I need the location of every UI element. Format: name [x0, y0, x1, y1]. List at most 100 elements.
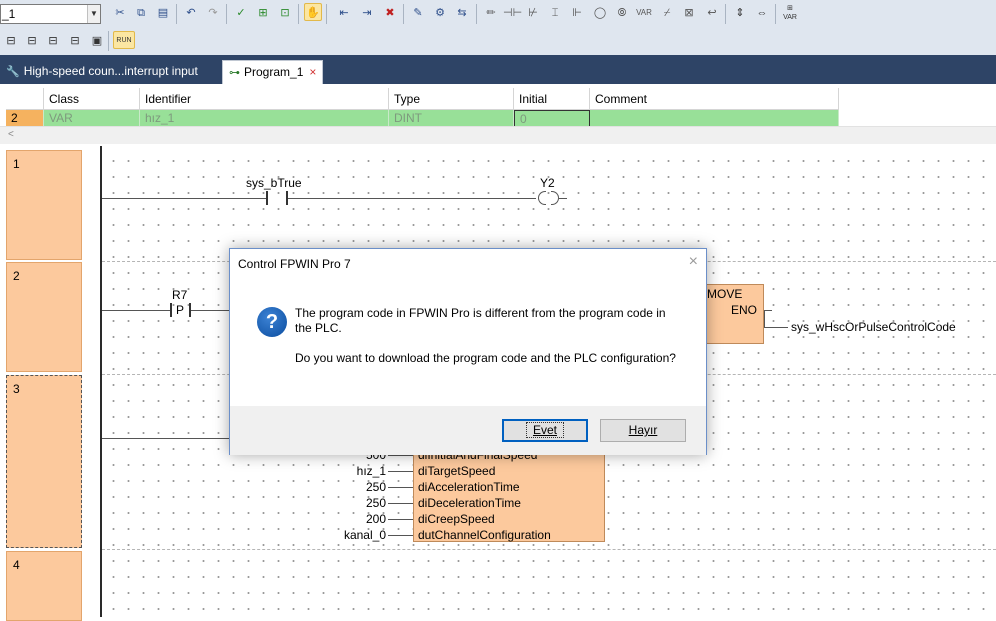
insert-icon[interactable]: ⇤	[335, 4, 353, 22]
column-header-comment[interactable]: Comment	[590, 88, 839, 110]
grid-horizontal-scrollbar[interactable]: <	[0, 126, 996, 144]
build-icon[interactable]: ⚙	[431, 4, 449, 22]
rung-wire	[102, 198, 266, 199]
tab-program-1[interactable]: ⊶ Program_1 ×	[222, 60, 324, 84]
network-header-2[interactable]: 2	[6, 262, 82, 372]
contact-variable-label[interactable]: R7	[172, 288, 187, 302]
contact-icon[interactable]: ⊣⊢	[503, 4, 522, 22]
rung-wire	[388, 503, 413, 504]
input-pin-name: diCreepSpeed	[418, 512, 495, 526]
input-value[interactable]: 250	[346, 480, 386, 494]
rung-wire	[388, 471, 413, 472]
cell-initial[interactable]: 0	[514, 110, 590, 127]
sfc-icon[interactable]: ⊟	[44, 32, 62, 50]
paste-icon[interactable]: ▤	[154, 4, 172, 22]
pen-icon[interactable]: ✏	[482, 4, 500, 22]
contact-type-label: P	[176, 303, 185, 317]
scroll-left-icon[interactable]: <	[8, 129, 14, 140]
column-header-class[interactable]: Class	[44, 88, 140, 110]
grid-corner	[6, 88, 44, 110]
input-value[interactable]: 200	[346, 512, 386, 526]
move-function-block[interactable]: MOVE ENO	[700, 284, 764, 344]
redo-icon[interactable]: ↷	[204, 4, 222, 22]
chevron-down-icon[interactable]: ▼	[87, 5, 100, 23]
network-header-3[interactable]: 3	[6, 375, 82, 548]
cell-class[interactable]: VAR	[44, 110, 140, 127]
toolbar-separator	[476, 4, 477, 24]
pulse-icon[interactable]: ⌿	[658, 4, 676, 22]
yes-button[interactable]: Evet	[502, 419, 588, 442]
run-label: RUN	[116, 37, 132, 44]
fbd-icon[interactable]: ⊟	[23, 32, 41, 50]
monitor-icon[interactable]: ⊡	[276, 4, 294, 22]
delete-icon[interactable]: ✖	[381, 4, 399, 22]
jump-icon[interactable]: ⊠	[680, 4, 698, 22]
cell-identifier[interactable]: hız_1	[140, 110, 389, 127]
coil-set-icon[interactable]: ⊩	[568, 4, 586, 22]
run-icon[interactable]: RUN	[113, 31, 135, 49]
compile-icon[interactable]: ✓	[232, 4, 250, 22]
coil-symbol[interactable]	[538, 191, 546, 205]
append-icon[interactable]: ⇥	[358, 4, 376, 22]
close-icon[interactable]: ×	[309, 65, 316, 79]
cell-type[interactable]: DINT	[389, 110, 514, 127]
output-variable-label[interactable]: sys_wHscOrPulseControlCode	[791, 320, 956, 334]
network-header-4[interactable]: 4	[6, 551, 82, 621]
online-icon[interactable]: ⇆	[453, 4, 471, 22]
column-header-identifier[interactable]: Identifier	[140, 88, 389, 110]
column-header-initial[interactable]: Initial	[514, 88, 590, 110]
coil-icon[interactable]: ⌶	[546, 4, 564, 22]
function-icon[interactable]: ◯	[591, 4, 609, 22]
rung-wire	[388, 519, 413, 520]
rung-wire	[288, 198, 536, 199]
insert-row-icon[interactable]: ⇕	[731, 4, 749, 22]
row-number[interactable]: 2	[6, 110, 44, 127]
input-value[interactable]: 250	[346, 496, 386, 510]
coil-variable-label[interactable]: Y2	[540, 176, 555, 190]
contact-variable-label[interactable]: sys_bTrue	[246, 176, 302, 190]
contact-symbol[interactable]	[170, 303, 172, 317]
edit-icon[interactable]: ✎	[409, 4, 427, 22]
dialog-title: Control FPWIN Pro 7	[238, 257, 351, 271]
left-power-rail	[100, 146, 102, 617]
st-icon[interactable]: ⊟	[66, 32, 84, 50]
input-pin-name: diDecelerationTime	[418, 496, 521, 510]
network-icon[interactable]: ⊞	[254, 4, 272, 22]
no-button[interactable]: Hayır	[600, 419, 686, 442]
no-button-label: Hayır	[628, 423, 658, 437]
function-block-name: MOVE	[707, 287, 743, 301]
tab-label: Program_1	[244, 65, 304, 79]
ld-icon[interactable]: ⊟	[2, 32, 20, 50]
contact-symbol[interactable]	[266, 191, 268, 205]
network-number: 4	[13, 558, 20, 572]
copy-icon[interactable]: ⧉	[132, 4, 150, 22]
return-icon[interactable]: ↩	[703, 4, 721, 22]
hand-icon[interactable]: ✋	[304, 3, 322, 21]
input-value[interactable]: kanal_0	[326, 528, 386, 542]
cell-comment[interactable]	[590, 110, 839, 127]
input-value[interactable]: hız_1	[346, 464, 386, 478]
rung-wire	[764, 310, 772, 311]
network-number: 2	[13, 269, 20, 283]
insert-col-icon[interactable]: ⇔	[753, 4, 771, 22]
program-icon: ⊶	[229, 67, 240, 79]
column-header-type[interactable]: Type	[389, 88, 514, 110]
rung-wire	[764, 327, 788, 328]
var-icon[interactable]: VAR	[635, 4, 653, 22]
contact-nc-icon[interactable]: ⊬	[524, 4, 542, 22]
pou-combo[interactable]: _1 ▼	[0, 4, 101, 24]
rung-wire	[388, 535, 413, 536]
toolbar-separator	[226, 4, 227, 24]
box-icon[interactable]: ⦾	[613, 4, 631, 22]
rung-wire	[559, 198, 567, 199]
input-pin-name: diTargetSpeed	[418, 464, 496, 478]
wrench-icon: 🔧	[6, 66, 20, 78]
close-icon[interactable]: ×	[689, 253, 698, 271]
monitor-plc-icon[interactable]: ▣	[88, 32, 106, 50]
tab-high-speed-counter[interactable]: 🔧 High-speed coun...interrupt input	[0, 60, 204, 84]
var-list-icon[interactable]: ⊞ VAR	[781, 4, 799, 22]
cut-icon[interactable]: ✂	[111, 4, 129, 22]
network-header-1[interactable]: 1	[6, 150, 82, 260]
undo-icon[interactable]: ↶	[182, 4, 200, 22]
rung-wire	[388, 487, 413, 488]
